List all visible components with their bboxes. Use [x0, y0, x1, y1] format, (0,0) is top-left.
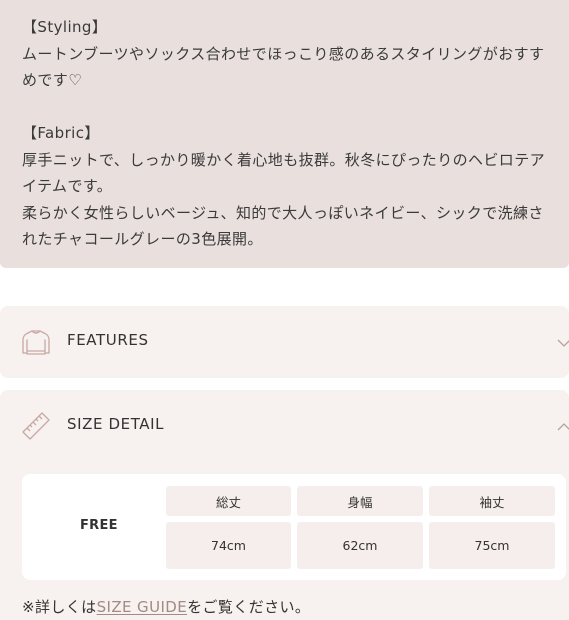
size-guide-note: ※詳しくはSIZE GUIDEをご覧ください。 — [22, 596, 310, 617]
features-accordion-header[interactable]: FEATURES — [0, 306, 569, 378]
size-row-label: FREE — [80, 518, 118, 533]
ruler-icon — [20, 410, 52, 442]
size-header-width: 身幅 — [297, 486, 423, 516]
note-suffix: をご覧ください。 — [187, 598, 311, 616]
product-description: 【Styling】 ムートンブーツやソックス合わせでほっこり感のあるスタイリング… — [0, 0, 569, 268]
fabric-text-1: 厚手ニットで、しっかり暖かく着心地も抜群。秋冬にぴったりのヘビロテアイテムです。 — [22, 150, 546, 196]
size-header-sleeve: 袖丈 — [429, 486, 555, 516]
features-title: FEATURES — [67, 331, 149, 349]
fabric-text-2: 柔らかく女性らしいベージュ、知的で大人っぽいネイビー、シックで洗練されたチャコー… — [22, 203, 544, 249]
chevron-down-icon[interactable] — [557, 335, 569, 349]
styling-text: ムートンブーツやソックス合わせでほっこり感のあるスタイリングがおすすめです♡ — [22, 44, 545, 90]
note-prefix: ※詳しくは — [22, 598, 97, 616]
features-accordion[interactable]: FEATURES — [0, 306, 569, 378]
size-detail-title: SIZE DETAIL — [67, 415, 165, 433]
size-guide-link[interactable]: SIZE GUIDE — [97, 598, 188, 616]
size-value-width: 62cm — [297, 522, 423, 569]
size-value-length: 74cm — [166, 522, 291, 569]
size-header-length: 総丈 — [166, 486, 291, 516]
fabric-heading: 【Fabric】 — [22, 124, 100, 142]
styling-heading: 【Styling】 — [22, 18, 108, 36]
size-detail-accordion-header[interactable]: SIZE DETAIL — [0, 390, 569, 462]
chevron-up-icon[interactable] — [557, 419, 569, 433]
sweater-icon — [20, 326, 52, 358]
size-table: FREE 総丈 身幅 袖丈 74cm 62cm 75cm — [22, 474, 566, 580]
size-value-sleeve: 75cm — [429, 522, 555, 569]
